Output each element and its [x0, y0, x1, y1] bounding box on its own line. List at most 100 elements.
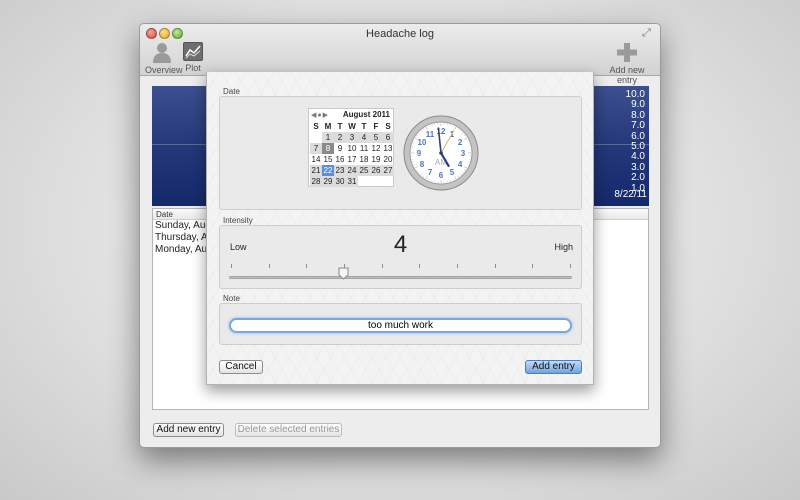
calendar-day — [382, 176, 394, 187]
slider-tick — [457, 264, 458, 268]
clock-number: 8 — [420, 160, 425, 169]
x-axis-date-label: 8/22/11 — [614, 189, 647, 200]
calendar-day[interactable]: 27 — [382, 165, 394, 176]
calendar-weekday: S — [313, 122, 319, 131]
calendar-day[interactable]: 22 — [322, 165, 334, 176]
slider-tick — [381, 264, 383, 268]
slider-tick — [231, 264, 232, 268]
calendar-day[interactable]: 28 — [310, 176, 322, 187]
calendar[interactable]: ◀●▶ August 2011 S M T W T F S 1 2 3 4 5 6 7 8 9 10 11 12 13… — [308, 108, 394, 187]
title-bar: Headache log ⤢ Overview Plot Add new ent… — [140, 24, 660, 85]
add-entry-button[interactable]: Add entry — [525, 360, 582, 374]
clock-number: 1 — [450, 130, 455, 139]
calendar-weekday: S — [385, 122, 391, 131]
intensity-high-label: High — [554, 242, 573, 252]
calendar-day[interactable]: 23 — [334, 165, 346, 176]
calendar-day[interactable]: 30 — [334, 176, 346, 187]
calendar-day[interactable]: 8 — [322, 143, 334, 154]
slider-tick — [570, 264, 571, 268]
clock-number: 3 — [461, 149, 466, 158]
calendar-day[interactable]: 7 — [310, 143, 322, 154]
calendar-day[interactable]: 17 — [346, 154, 358, 165]
slider-tick — [344, 264, 345, 268]
calendar-day[interactable]: 3 — [346, 132, 358, 143]
calendar-day[interactable]: 10 — [346, 143, 358, 154]
calendar-day[interactable]: 29 — [322, 176, 334, 187]
clock-number: 2 — [458, 138, 463, 147]
calendar-week-row: 123456 — [310, 132, 394, 143]
date-section-label: Date — [223, 87, 240, 96]
toolbar-add-label: Add new entry — [609, 65, 645, 85]
note-input[interactable] — [229, 318, 572, 333]
calendar-day[interactable]: 1 — [322, 132, 334, 143]
calendar-day — [310, 132, 322, 143]
toolbar-add-entry-button[interactable]: Add new entry — [599, 42, 655, 85]
toolbar-plot-label: Plot — [185, 63, 201, 73]
clock-number: 6 — [439, 171, 444, 180]
fullscreen-icon[interactable]: ⤢ — [642, 27, 654, 39]
slider-tick — [306, 264, 308, 268]
y-axis-ticks: 10.0 9.0 8.0 7.0 6.0 5.0 4.0 3.0 2.0 1.0 — [626, 89, 645, 194]
calendar-day[interactable]: 6 — [382, 132, 394, 143]
plot-icon — [183, 42, 203, 61]
calendar-day[interactable]: 26 — [370, 165, 382, 176]
calendar-weekday: T — [337, 122, 343, 131]
calendar-month-title: August 2011 — [342, 110, 390, 119]
calendar-day[interactable]: 15 — [322, 154, 334, 165]
slider-tick — [419, 264, 421, 268]
clock-number: 10 — [417, 138, 426, 147]
intensity-section: Low 4 High — [219, 225, 582, 289]
delete-selected-entries-button[interactable]: Delete selected entries — [235, 423, 342, 437]
calendar-day[interactable]: 13 — [382, 143, 394, 154]
calendar-day[interactable]: 9 — [334, 143, 346, 154]
intensity-slider-track[interactable] — [229, 276, 572, 279]
calendar-day[interactable]: 20 — [382, 154, 394, 165]
calendar-weekday: F — [373, 122, 379, 131]
note-section-label: Note — [223, 294, 240, 303]
calendar-day[interactable]: 25 — [358, 165, 370, 176]
person-icon — [153, 43, 171, 63]
calendar-weekday: W — [348, 122, 356, 131]
calendar-day[interactable]: 11 — [358, 143, 370, 154]
calendar-nav-arrows-icon[interactable]: ◀●▶ — [311, 111, 329, 119]
calendar-weekday-row: SMTWTFS — [310, 121, 394, 132]
clock-icon[interactable]: 121234567891011AM — [402, 114, 480, 192]
slider-tick — [494, 264, 496, 268]
calendar-day[interactable]: 31 — [346, 176, 358, 187]
calendar-day[interactable]: 16 — [334, 154, 346, 165]
toolbar-overview-label: Overview — [145, 65, 183, 75]
calendar-day[interactable]: 4 — [358, 132, 370, 143]
calendar-day — [358, 176, 370, 187]
calendar-week-row: 7 8 9 10 11 12 13 — [310, 143, 394, 154]
cancel-button[interactable]: Cancel — [219, 360, 263, 374]
add-new-entry-button[interactable]: Add new entry — [153, 423, 224, 437]
slider-tick — [268, 264, 270, 268]
calendar-day[interactable]: 19 — [370, 154, 382, 165]
clock-number: 5 — [450, 168, 455, 177]
calendar-day[interactable]: 2 — [334, 132, 346, 143]
calendar-day[interactable]: 12 — [370, 143, 382, 154]
intensity-value: 4 — [393, 231, 408, 258]
calendar-day[interactable]: 18 — [358, 154, 370, 165]
toolbar-plot-button[interactable]: Plot — [180, 42, 206, 73]
intensity-slider-knob[interactable] — [338, 267, 349, 280]
calendar-day[interactable]: 24 — [346, 165, 358, 176]
clock-number: 7 — [428, 168, 433, 177]
plus-icon — [617, 43, 637, 62]
calendar-grid: S M T W T F S 1 2 3 4 5 6 7 8 9 10 11 12 13 14 15 16 17 18 19 20 21… — [310, 121, 394, 187]
intensity-section-label: Intensity — [223, 216, 253, 225]
clock-number: 11 — [426, 130, 435, 139]
window-title: Headache log — [366, 28, 434, 40]
note-section — [219, 303, 582, 345]
calendar-day[interactable]: 21 — [310, 165, 322, 176]
add-entry-sheet: Date ◀●▶ August 2011 S M T W T F S 1 2 3 4 5 6 7 8 9 10 1… — [206, 72, 594, 385]
calendar-week-row: 21 22 23 24 25 26 27 — [310, 165, 394, 176]
clock-number: 4 — [458, 160, 463, 169]
calendar-week-row: 14 15 16 17 18 19 20 — [310, 154, 394, 165]
calendar-day[interactable]: 5 — [370, 132, 382, 143]
clock-number: 9 — [417, 149, 422, 158]
calendar-day[interactable]: 14 — [310, 154, 322, 165]
slider-tick — [532, 264, 534, 268]
calendar-day — [370, 176, 382, 187]
toolbar-overview-button[interactable]: Overview — [145, 42, 183, 75]
